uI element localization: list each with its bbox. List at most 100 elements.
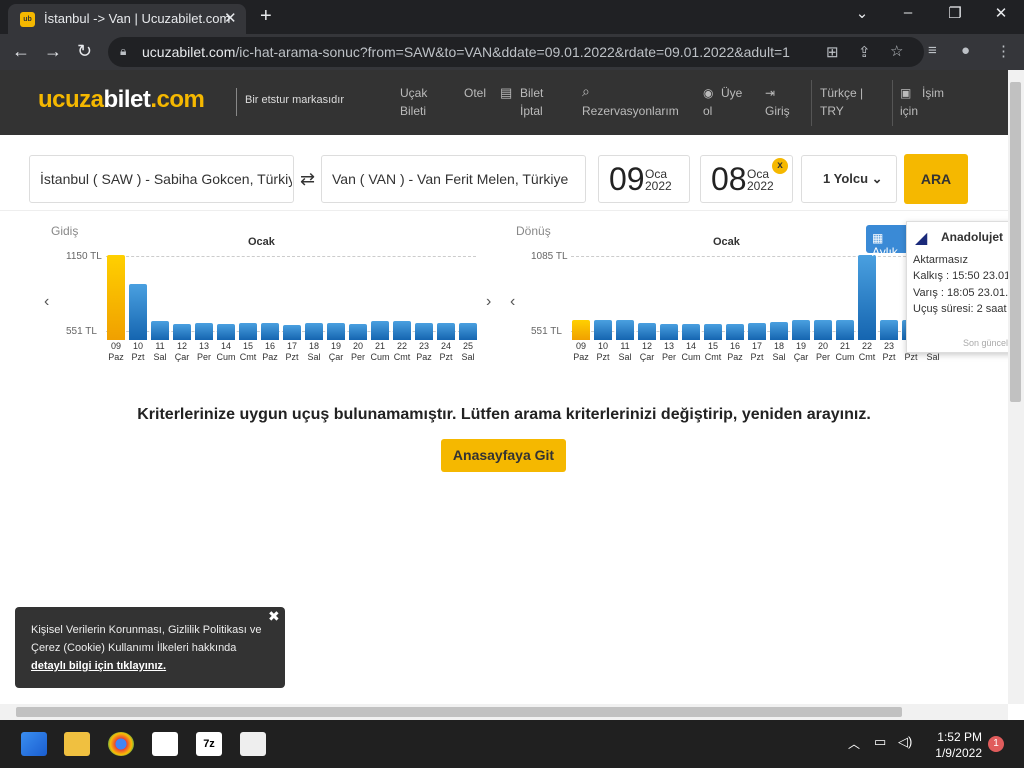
origin-input[interactable]: İstanbul ( SAW ) - Sabiha Gokcen, Türkiy… [29, 155, 294, 203]
go-home-button[interactable]: Anasayfaya Git [441, 439, 566, 472]
vertical-scroll-thumb[interactable] [1010, 82, 1021, 402]
departure-max-label: 1150 TL [66, 251, 102, 262]
price-bar-20[interactable] [814, 319, 832, 340]
day-label: 14 Cum [681, 341, 701, 362]
new-tab-icon[interactable]: + [260, 5, 272, 28]
nav-language-currency[interactable]: Türkçe | TRY [820, 84, 876, 120]
file-explorer-icon[interactable] [64, 732, 90, 756]
site-logo[interactable]: ucuzabilet.com [38, 86, 205, 114]
anadolujet-logo-icon: ◢ [915, 230, 928, 247]
tab-search-chevron-icon[interactable]: ⌄ [852, 4, 872, 22]
nav-uye-ol[interactable]: Üye ol [703, 84, 749, 120]
price-bar-23[interactable] [880, 319, 898, 340]
login-icon: ⇥ [765, 86, 776, 100]
price-bar-21[interactable] [836, 319, 854, 340]
nav-otel[interactable]: Otel [464, 84, 486, 102]
price-bar-14[interactable] [217, 323, 235, 340]
price-bar-23[interactable] [415, 323, 433, 340]
price-bar-11[interactable] [151, 321, 169, 340]
day-label: 12 Çar [639, 341, 655, 362]
reload-icon[interactable]: ↻ [77, 41, 92, 62]
chrome-icon[interactable] [108, 732, 134, 756]
bookmark-star-icon[interactable]: ☆ [890, 42, 903, 60]
price-bar-13[interactable] [660, 323, 678, 340]
chevron-right-icon[interactable]: › [486, 293, 491, 311]
nav-bilet-iptal[interactable]: Bilet İptal [520, 84, 560, 120]
departure-date-field[interactable]: 09 Oca 2022 [598, 155, 690, 203]
share-icon[interactable]: ⇪ [858, 43, 871, 61]
windows-start-icon[interactable] [21, 732, 47, 756]
price-bar-15[interactable] [704, 323, 722, 340]
notification-badge[interactable]: 1 [988, 736, 1004, 752]
price-bar-14[interactable] [682, 323, 700, 340]
translate-icon[interactable]: ⊞ [826, 43, 839, 61]
price-bar-10[interactable] [594, 319, 612, 340]
cookie-details-link[interactable]: detaylı bilgi için tıklayınız. [31, 660, 166, 672]
restore-icon[interactable]: ❐ [945, 4, 965, 22]
7zip-icon[interactable]: 7z [196, 732, 222, 756]
day-label: 12 Çar [174, 341, 190, 362]
address-bar[interactable]: 🔒︎ ucuzabilet.com/ic-hat-arama-sonuc?fro… [108, 37, 924, 67]
price-bar-10[interactable] [129, 283, 147, 340]
price-bar-16[interactable] [726, 323, 744, 340]
day-label: 20 Per [350, 341, 365, 362]
destination-input[interactable]: Van ( VAN ) - Van Ferit Melen, Türkiye [321, 155, 586, 203]
network-icon[interactable]: ▭ [874, 734, 886, 750]
day-label: 20 Per [815, 341, 830, 362]
price-bar-12[interactable] [173, 323, 191, 340]
nav-rezervasyonlarim[interactable]: Rezervasyonlarım [582, 102, 679, 120]
passenger-select[interactable]: 1 Yolcu ⌄ [801, 155, 897, 203]
price-bar-22[interactable] [393, 320, 411, 340]
chevron-left-icon[interactable]: ‹ [510, 293, 515, 311]
horizontal-scroll-thumb[interactable] [16, 707, 902, 717]
price-bar-16[interactable] [261, 323, 279, 340]
nav-isim-icin[interactable]: İşim için [900, 84, 952, 120]
departure-day-labels: 09 Paz 10 Pzt 11 Sal 12 Çar 13 Per 14 Cum 15 C… [107, 341, 477, 365]
system-clock[interactable]: 1:52 PM 1/9/2022 [920, 729, 982, 761]
store-icon[interactable] [152, 732, 178, 756]
nav-giris[interactable]: Giriş [765, 102, 790, 120]
price-bar-19[interactable] [327, 323, 345, 340]
price-bar-17[interactable] [283, 324, 301, 340]
price-bar-13[interactable] [195, 323, 213, 340]
browser-tab[interactable]: ub İstanbul -> Van | Ucuzabilet.com ✕ [8, 4, 246, 34]
clear-return-date-button[interactable]: x [772, 158, 788, 174]
price-bar-25[interactable] [459, 323, 477, 340]
price-bar-09[interactable] [572, 319, 590, 340]
chevron-up-icon[interactable]: ︿ [848, 735, 860, 752]
chevron-left-icon[interactable]: ‹ [44, 293, 49, 311]
search-button[interactable]: ARA [904, 154, 968, 204]
price-bar-20[interactable] [349, 323, 367, 340]
price-bar-18[interactable] [305, 323, 323, 340]
return-max-label: 1085 TL [531, 251, 568, 262]
swap-icon[interactable]: ⇄ [300, 169, 315, 190]
day-label: 24 Pzt [439, 341, 453, 362]
document-app-icon[interactable] [240, 732, 266, 756]
lock-icon[interactable]: 🔒︎ [120, 44, 126, 59]
price-bar-21[interactable] [371, 321, 389, 340]
price-bar-09[interactable] [107, 255, 125, 340]
day-label: 16 Paz [727, 341, 743, 362]
price-bar-22[interactable] [858, 255, 876, 340]
flight-duration: Uçuş süresi: 2 saat [913, 303, 1007, 315]
profile-icon[interactable]: ● [961, 42, 970, 59]
price-bar-24[interactable] [437, 323, 455, 340]
monthly-view-button[interactable]: ▦ Aylık [866, 225, 910, 259]
price-bar-15[interactable] [239, 322, 257, 340]
price-bar-11[interactable] [616, 319, 634, 340]
volume-icon[interactable]: ◁) [898, 734, 912, 750]
close-tab-icon[interactable]: ✕ [224, 9, 237, 27]
price-bar-18[interactable] [770, 322, 788, 340]
back-icon[interactable]: ← [12, 41, 30, 62]
price-bar-17[interactable] [748, 323, 766, 340]
day-label: 21 Cum [835, 341, 855, 362]
close-window-icon[interactable]: ✕ [991, 4, 1011, 22]
menu-kebab-icon[interactable]: ⋮ [996, 42, 1011, 60]
nav-ucak-bileti[interactable]: Uçak Bileti [400, 84, 440, 120]
price-bar-12[interactable] [638, 323, 656, 340]
close-icon[interactable]: ✖ [268, 608, 280, 625]
minimize-icon[interactable]: – [898, 4, 918, 21]
forward-icon[interactable]: → [44, 41, 62, 62]
price-bar-19[interactable] [792, 319, 810, 340]
media-control-icon[interactable]: ≡ [928, 42, 937, 59]
